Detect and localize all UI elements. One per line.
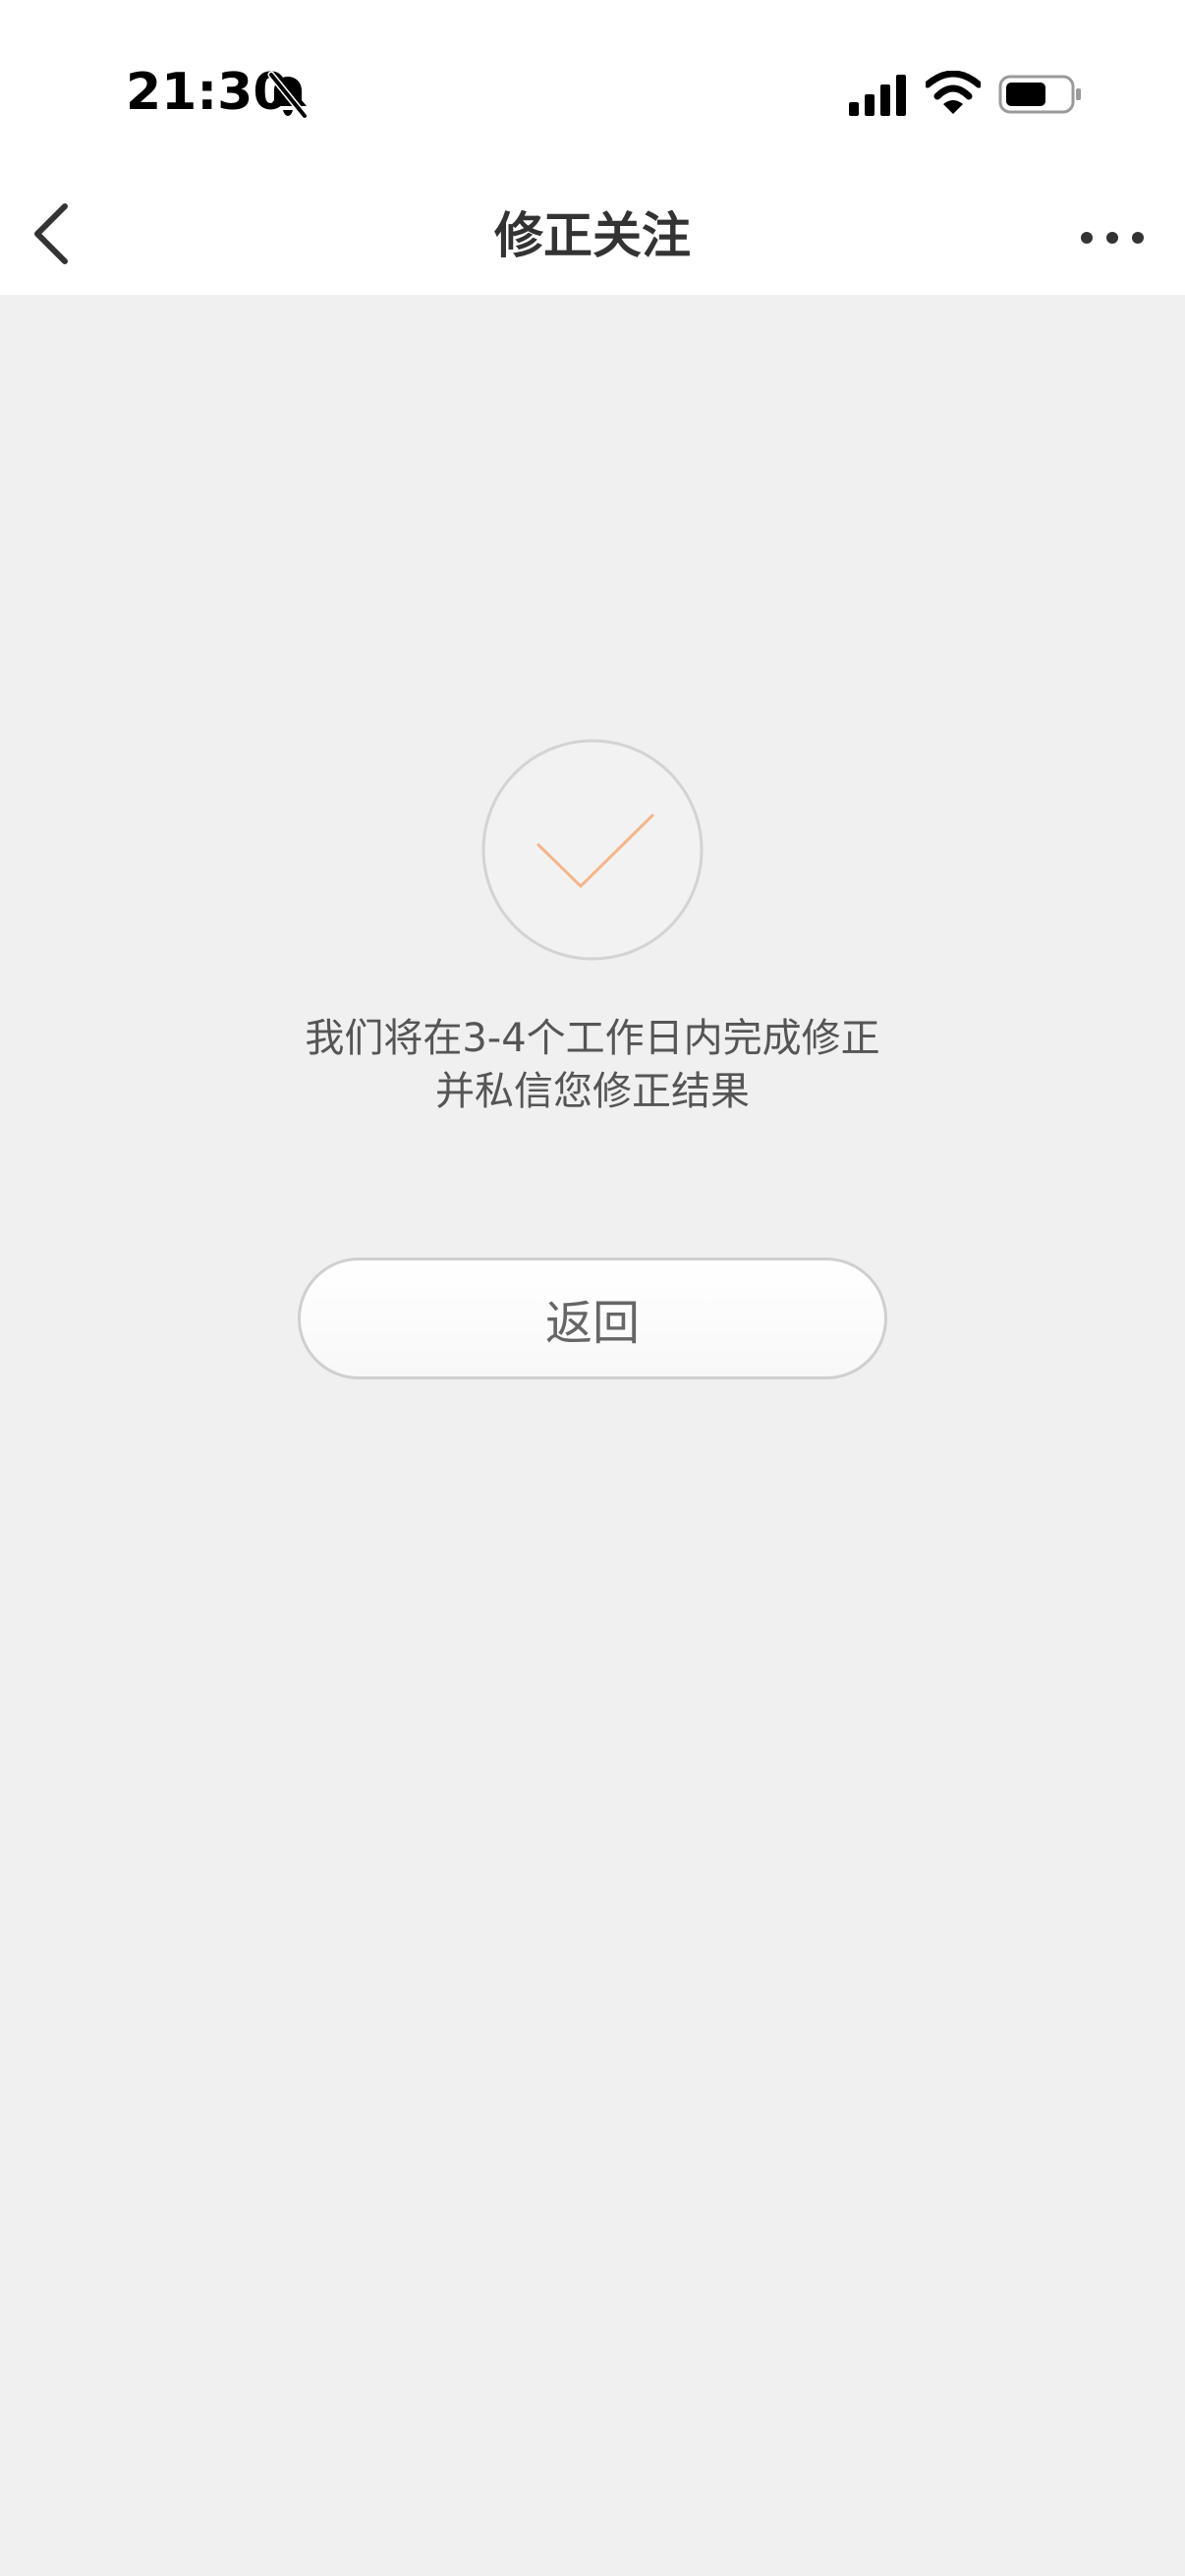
navigation-bar: 修正关注 (0, 173, 1185, 295)
more-button[interactable] (1071, 196, 1154, 279)
status-time: 21:30 (126, 63, 289, 122)
wifi-icon (926, 71, 981, 114)
message-line-2: 并私信您修正结果 (435, 1069, 750, 1114)
more-icon (1081, 232, 1144, 244)
return-button[interactable]: 返回 (298, 1258, 887, 1379)
battery-icon (998, 75, 1081, 114)
checkmark-icon (481, 739, 704, 961)
page-title: 修正关注 (494, 207, 691, 264)
status-bar: 21:30 (0, 0, 1185, 173)
message-line-1: 我们将在3-4个工作日内完成修正 (305, 1016, 880, 1061)
bell-muted-icon (267, 71, 309, 120)
confirmation-message: 我们将在3-4个工作日内完成修正 并私信您修正结果 (0, 1012, 1185, 1118)
signal-icon (849, 75, 906, 116)
